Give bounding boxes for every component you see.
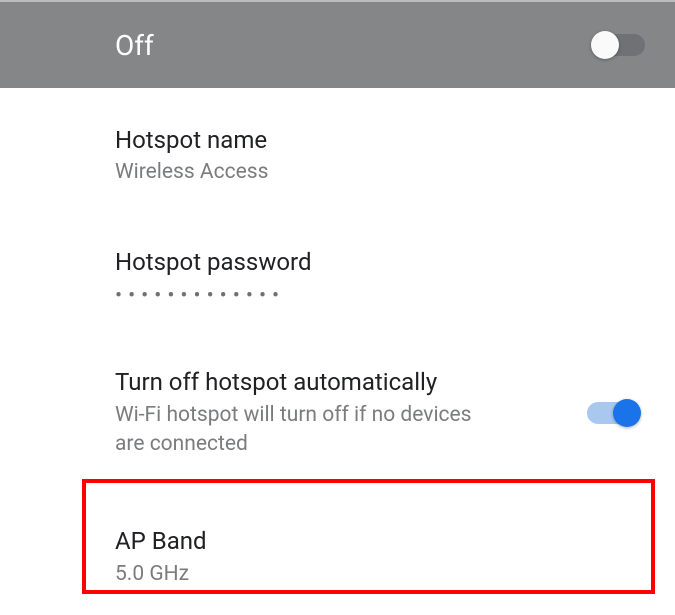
hotspot-password-masked: ••••••••••••• — [115, 284, 645, 308]
ap-band-title: AP Band — [115, 525, 645, 557]
hotspot-name-title: Hotspot name — [115, 124, 645, 156]
ap-band-row[interactable]: AP Band 5.0 GHz — [115, 481, 645, 611]
ap-band-value: 5.0 GHz — [115, 560, 645, 589]
hotspot-status-label: Off — [115, 29, 154, 62]
hotspot-name-value: Wireless Access — [115, 158, 645, 187]
hotspot-master-toggle[interactable] — [593, 34, 645, 56]
auto-off-row[interactable]: Turn off hotspot automatically Wi-Fi hot… — [115, 330, 645, 481]
auto-off-title: Turn off hotspot automatically — [115, 366, 567, 398]
auto-off-toggle[interactable] — [587, 402, 639, 424]
auto-off-subtitle: Wi-Fi hotspot will turn off if no device… — [115, 401, 495, 460]
hotspot-password-title: Hotspot password — [115, 246, 645, 278]
hotspot-name-row[interactable]: Hotspot name Wireless Access — [115, 88, 645, 210]
hotspot-password-row[interactable]: Hotspot password ••••••••••••• — [115, 210, 645, 330]
hotspot-master-row[interactable]: Off — [0, 2, 675, 88]
